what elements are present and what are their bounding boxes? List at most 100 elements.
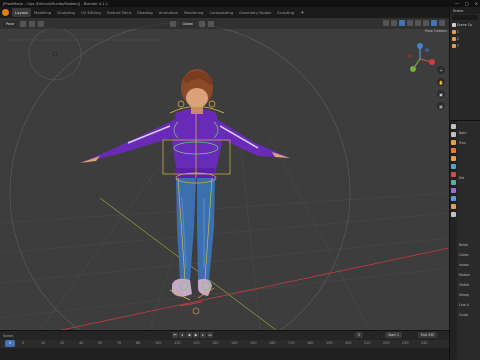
start-label: Start	[388, 333, 396, 337]
timeline-tick-label: 140	[231, 341, 238, 345]
snap-icon[interactable]	[199, 20, 206, 27]
start-frame-field[interactable]: Start 1	[385, 332, 402, 338]
pose-options-menu[interactable]: Pose Options	[425, 29, 447, 33]
properties-tab-icon[interactable]	[451, 140, 456, 145]
timeline-body[interactable]	[0, 348, 449, 360]
properties-panel-header[interactable]: Dei	[459, 176, 464, 180]
pose-menu-icon[interactable]	[38, 20, 45, 27]
outliner-row[interactable]: Scene Co	[450, 21, 480, 28]
current-frame-field[interactable]: 0	[355, 332, 364, 338]
jump-end-icon[interactable]: ⏭	[207, 332, 213, 338]
timeline-editor[interactable]: Scene ⏮ ◂ ◀ ▶ ▸ ⏭ 0 Start 1 End 250 0 0 1…	[0, 330, 449, 360]
workspace-tab-layout[interactable]: Layout	[12, 8, 31, 17]
shading-wireframe-icon[interactable]	[415, 20, 421, 26]
close-button[interactable]: ✕	[475, 1, 478, 6]
interaction-mode-select[interactable]: Pose	[3, 20, 18, 27]
window-title: [ProxiModo - Cojo (Edicion/Mundo/Modelo)…	[3, 1, 109, 6]
perspective-toggle-icon[interactable]: ▦	[437, 102, 445, 110]
viewport-scene[interactable]	[0, 18, 449, 330]
viewport-header: Pose Global	[0, 18, 449, 29]
character-model[interactable]	[80, 69, 290, 297]
timeline-scene-label: Scene	[3, 333, 14, 338]
camera-view-icon[interactable]: ▣	[437, 90, 445, 98]
view-menu-icon[interactable]	[20, 20, 27, 27]
end-frame-field[interactable]: End 250	[418, 332, 438, 338]
properties-tab-icon[interactable]	[451, 132, 456, 137]
navigation-gizmo[interactable]	[403, 42, 437, 76]
object-type-icon	[452, 43, 456, 48]
visibility-icon[interactable]	[383, 20, 389, 26]
gizmo-icon[interactable]	[391, 20, 397, 26]
transform-pivot-icon[interactable]	[170, 20, 177, 27]
workspace-tab-texture-paint[interactable]: Texture Paint	[104, 8, 135, 17]
timeline-tick-label: 180	[307, 341, 314, 345]
properties-panel-header[interactable]: Motion	[459, 273, 470, 277]
workspace-tab-compositing[interactable]: Compositing	[206, 8, 236, 17]
next-keyframe-icon[interactable]: ▸	[200, 332, 206, 338]
minimize-button[interactable]: —	[455, 1, 459, 6]
shading-material-icon[interactable]	[431, 20, 437, 26]
properties-editor[interactable]: Nam Tran Dei Relati Collec Instan Motion Visibi…	[449, 120, 480, 360]
properties-tab-icon[interactable]	[451, 172, 456, 177]
timeline-tick-label: 20	[60, 341, 65, 345]
playhead[interactable]: 0	[5, 340, 15, 347]
outliner-search-input[interactable]	[452, 15, 478, 20]
workspace-tab-uv-editing[interactable]: UV Editing	[78, 8, 104, 17]
prev-keyframe-icon[interactable]: ◂	[179, 332, 185, 338]
shading-solid-icon[interactable]	[423, 20, 429, 26]
transform-orientation-select[interactable]: Global	[179, 20, 197, 27]
properties-tab-icon[interactable]	[451, 180, 456, 185]
add-workspace-button[interactable]: +	[297, 10, 307, 16]
outliner-row-label: C	[457, 29, 460, 34]
blender-logo-icon[interactable]	[2, 9, 9, 16]
outliner-row[interactable]: C	[450, 35, 480, 42]
workspace-tab-sculpting[interactable]: Sculpting	[54, 8, 78, 17]
properties-panel-header[interactable]: Collec	[459, 253, 469, 257]
jump-start-icon[interactable]: ⏮	[172, 332, 178, 338]
properties-panel-header[interactable]: Relati	[459, 243, 468, 247]
xray-icon[interactable]	[407, 20, 413, 26]
properties-tab-icon[interactable]	[451, 204, 456, 209]
zoom-icon[interactable]: +	[437, 66, 445, 74]
timeline-tick-label: 190	[326, 341, 333, 345]
workspace-tab-scripting[interactable]: Scripting	[274, 8, 297, 17]
properties-tab-icon[interactable]	[451, 148, 456, 153]
properties-tab-icon[interactable]	[451, 156, 456, 161]
overlays-icon[interactable]	[399, 20, 405, 26]
workspace-tab-modeling[interactable]: Modeling	[31, 8, 54, 17]
3d-viewport[interactable]: Pose Global Pose Options + ✋ ▣ ▦	[0, 18, 449, 330]
timeline-tick-label: 240	[421, 341, 428, 345]
workspace-tab-shading[interactable]: Shading	[134, 8, 155, 17]
timeline-ruler[interactable]: 0 0 10 20 40 50 70 80 100 110 120 130 140 150 160 170 1…	[0, 340, 449, 348]
properties-tab-icon[interactable]	[451, 188, 456, 193]
play-reverse-icon[interactable]: ◀	[186, 332, 192, 338]
proportional-edit-icon[interactable]	[208, 20, 215, 27]
shading-rendered-icon[interactable]	[439, 20, 445, 26]
timeline-tick-label: 130	[212, 341, 219, 345]
outliner-row[interactable]: T	[450, 42, 480, 49]
maximize-button[interactable]: □	[465, 1, 469, 6]
properties-panel-header[interactable]: Custo	[459, 313, 468, 317]
workspace-tab-animation[interactable]: Animation	[156, 8, 181, 17]
properties-panel-header[interactable]: Tran	[459, 141, 466, 145]
properties-panel-header[interactable]: Visibili	[459, 283, 469, 287]
properties-tab-icon[interactable]	[451, 196, 456, 201]
properties-tab-icon[interactable]	[451, 124, 456, 129]
properties-tab-icon[interactable]	[451, 164, 456, 169]
select-menu-icon[interactable]	[29, 20, 36, 27]
outliner-row[interactable]: C	[450, 28, 480, 35]
properties-panel-header[interactable]: Nam	[459, 131, 466, 135]
workspace-tab-geometry-nodes[interactable]: Geometry Nodes	[236, 8, 274, 17]
pan-icon[interactable]: ✋	[437, 78, 445, 86]
timeline-tick-label: 160	[269, 341, 276, 345]
workspace-tab-rendering[interactable]: Rendering	[181, 8, 206, 17]
play-icon[interactable]: ▶	[193, 332, 199, 338]
properties-panel-header[interactable]: Line A	[459, 303, 469, 307]
origin-icon	[192, 307, 200, 315]
outliner[interactable]: Scene Scene Co C C T	[449, 7, 480, 120]
properties-tab-icon[interactable]	[451, 212, 456, 217]
properties-panel-header[interactable]: Viewp	[459, 293, 469, 297]
properties-panel-header[interactable]: Instan	[459, 263, 469, 267]
y-axis-icon	[410, 66, 416, 72]
timeline-tick-label: 110	[174, 341, 181, 345]
